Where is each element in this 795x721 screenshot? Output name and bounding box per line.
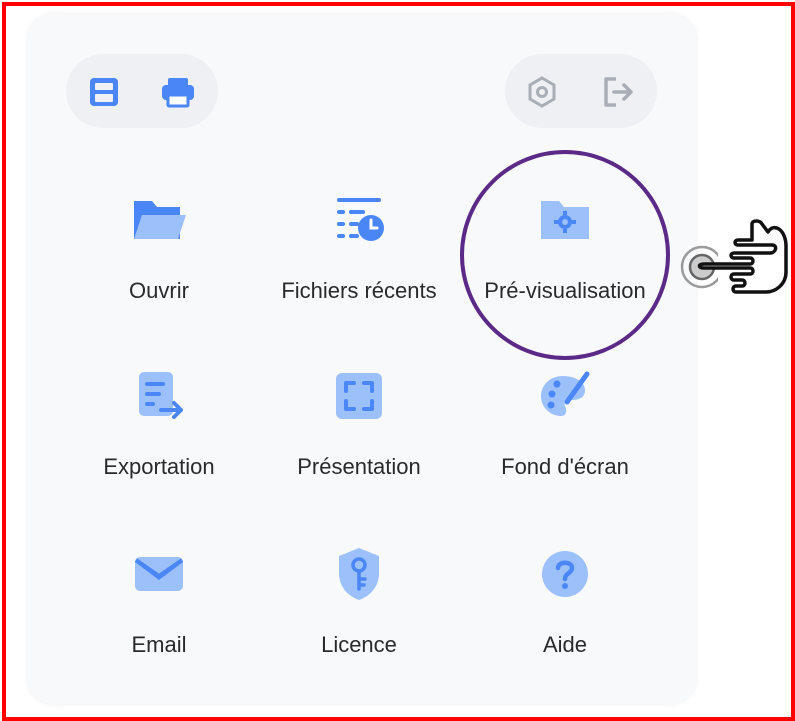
menu-item-label: Exportation bbox=[103, 454, 215, 479]
menu-item-label: Ouvrir bbox=[129, 278, 189, 303]
menu-item-label: Aide bbox=[542, 632, 588, 657]
menu-item-open[interactable]: Ouvrir bbox=[64, 190, 254, 330]
email-icon bbox=[129, 544, 189, 604]
folder-open-icon bbox=[129, 190, 189, 250]
exit-icon bbox=[604, 77, 633, 107]
presentation-icon bbox=[329, 366, 389, 426]
menu-item-license[interactable]: Licence bbox=[264, 544, 454, 684]
recent-files-icon bbox=[329, 190, 389, 250]
settings-button[interactable] bbox=[520, 70, 564, 114]
menu-item-recent-files[interactable]: Fichiers récents bbox=[264, 190, 454, 330]
print-icon bbox=[162, 78, 194, 108]
save-button[interactable] bbox=[82, 70, 126, 114]
export-icon bbox=[129, 366, 189, 426]
menu-item-presentation[interactable]: Présentation bbox=[264, 366, 454, 506]
menu-item-export[interactable]: Exportation bbox=[64, 366, 254, 506]
menu-item-wallpaper[interactable]: Fond d'écran bbox=[470, 366, 660, 506]
pointing-hand-icon bbox=[697, 219, 788, 294]
wallpaper-palette-icon bbox=[535, 366, 595, 426]
highlight-circle bbox=[460, 150, 670, 360]
menu-item-help[interactable]: Aide bbox=[470, 544, 660, 684]
menu-item-label: Présentation bbox=[297, 454, 421, 479]
license-key-icon bbox=[329, 544, 389, 604]
menu-item-label: Email bbox=[131, 632, 187, 657]
save-icon bbox=[90, 78, 118, 106]
menu-item-label: Fichiers récents bbox=[281, 278, 437, 303]
settings-icon bbox=[528, 76, 556, 108]
menu-item-label: Licence bbox=[321, 632, 397, 657]
print-button[interactable] bbox=[156, 70, 200, 114]
exit-button[interactable] bbox=[596, 70, 640, 114]
help-icon bbox=[535, 544, 595, 604]
menu-item-label: Fond d'écran bbox=[501, 454, 629, 479]
menu-item-email[interactable]: Email bbox=[64, 544, 254, 684]
